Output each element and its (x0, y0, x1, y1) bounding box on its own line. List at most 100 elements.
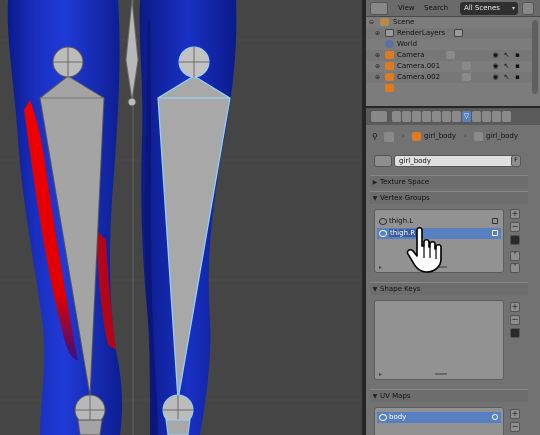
resize-grip[interactable] (435, 373, 447, 375)
tree-row-partial[interactable] (366, 83, 532, 94)
render-camera-icon[interactable]: ▪ (514, 73, 521, 81)
constraints-tab-icon[interactable] (442, 111, 451, 122)
vertex-group-specials-button[interactable] (510, 235, 520, 245)
tree-label: Scene (393, 18, 415, 26)
render-camera-icon[interactable]: ▪ (514, 62, 521, 70)
uv-map-list[interactable]: body (374, 407, 504, 435)
vertex-group-icon (379, 218, 387, 225)
tree-label: Camera.002 (397, 73, 441, 81)
layers-tab-icon[interactable] (402, 111, 411, 122)
world-icon (385, 40, 394, 48)
properties-tab-bar: ▽ (366, 108, 540, 125)
tree-row-camera-002[interactable]: ⊕ Camera.002 ◉ ↖ ▪ (366, 72, 532, 83)
scene-tab-icon[interactable] (412, 111, 421, 122)
physics-tab-icon[interactable] (502, 111, 511, 122)
3d-viewport[interactable] (0, 0, 362, 435)
tree-label: RenderLayers (397, 29, 446, 37)
select-arrow-icon[interactable]: ↖ (503, 62, 510, 70)
expand-icon[interactable]: ⊕ (375, 50, 380, 61)
properties-body: ⚲ › girl_body › girl_body girl_body F ▶ T… (366, 125, 540, 435)
move-up-button[interactable]: ˄ (510, 251, 520, 261)
search-icon[interactable] (522, 2, 534, 15)
collapse-triangle-icon: ▼ (372, 393, 378, 400)
tree-row-camera-001[interactable]: ⊕ Camera.001 ◉ ↖ ▪ (366, 61, 532, 72)
material-tab-icon[interactable] (472, 111, 481, 122)
move-down-button[interactable]: ˅ (510, 263, 520, 273)
render-tab-icon[interactable] (392, 111, 401, 122)
outliner-scrollbar[interactable] (532, 20, 538, 94)
remove-shape-key-button[interactable]: − (510, 315, 520, 325)
tree-label: World (397, 40, 418, 48)
eye-icon[interactable]: ◉ (492, 73, 499, 81)
editor-type-icon[interactable] (370, 110, 388, 123)
panel-title: Texture Space (380, 178, 430, 186)
display-mode-label: All Scenes (464, 4, 500, 12)
shape-key-list[interactable]: ▸ (374, 300, 504, 380)
add-uv-map-button[interactable]: + (510, 409, 520, 419)
eye-icon[interactable]: ◉ (492, 62, 499, 70)
lock-icon[interactable] (492, 218, 498, 224)
mesh-browse-button[interactable] (374, 155, 392, 167)
panel-shape-keys[interactable]: ▼ Shape Keys (370, 282, 528, 295)
panel-uv-maps[interactable]: ▼ UV Maps (370, 389, 528, 402)
eye-icon[interactable]: ◉ (492, 51, 499, 59)
select-arrow-icon[interactable]: ↖ (503, 51, 510, 59)
remove-vertex-group-button[interactable]: − (510, 222, 520, 232)
breadcrumb-separator: › (402, 132, 405, 140)
breadcrumb-object: girl_body (424, 132, 457, 140)
uv-map-name: body (389, 413, 407, 421)
camera-data-icon (462, 73, 471, 81)
camera-object-icon (385, 84, 394, 92)
panel-title: Shape Keys (380, 285, 421, 293)
vertex-group-name: thigh.L (389, 217, 414, 225)
mesh-data-tab-icon[interactable]: ▽ (462, 111, 471, 122)
breadcrumb-mesh: girl_body (486, 132, 519, 140)
modifiers-tab-icon[interactable] (452, 111, 461, 122)
view-menu[interactable]: View (398, 2, 415, 15)
camera-object-icon (385, 73, 394, 81)
camera-data-icon (462, 62, 471, 70)
mesh-icon (474, 132, 483, 141)
panel-title: Vertex Groups (380, 194, 430, 202)
uv-map-icon (379, 414, 387, 421)
panel-texture-space[interactable]: ▶ Texture Space (370, 175, 528, 188)
shape-key-specials-button[interactable] (510, 328, 520, 338)
tree-row-scene[interactable]: ⊖ Scene (366, 17, 532, 28)
editor-type-icon[interactable] (370, 2, 388, 15)
filter-icon[interactable]: ▸ (379, 264, 382, 271)
render-settings-icon (454, 29, 463, 37)
pin-icon[interactable]: ⚲ (372, 131, 378, 142)
remove-uv-map-button[interactable]: − (510, 422, 520, 432)
mesh-name-field[interactable]: girl_body (394, 155, 520, 167)
breadcrumb-separator: › (464, 132, 467, 140)
render-camera-icon[interactable]: ▪ (514, 51, 521, 59)
expand-icon[interactable]: ⊕ (375, 28, 380, 39)
filter-icon[interactable]: ▸ (379, 371, 382, 378)
camera-render-icon[interactable] (492, 414, 498, 420)
tree-row-world[interactable]: World (366, 39, 532, 50)
object-tab-icon[interactable] (432, 111, 441, 122)
collapse-icon[interactable]: ⊖ (369, 17, 374, 28)
particles-tab-icon[interactable] (492, 111, 501, 122)
list-item[interactable]: body (377, 412, 501, 423)
tree-label: Camera.001 (397, 62, 441, 70)
collapse-triangle-icon: ▼ (372, 286, 378, 293)
expand-icon[interactable]: ⊕ (375, 61, 380, 72)
display-mode-dropdown[interactable]: All Scenes ▾ (460, 2, 518, 15)
expand-icon[interactable]: ⊕ (375, 72, 380, 83)
properties-editor: ▽ ⚲ › girl_body › girl_body girl_body F … (366, 108, 540, 435)
panel-vertex-groups[interactable]: ▼ Vertex Groups (370, 191, 528, 204)
texture-tab-icon[interactable] (482, 111, 491, 122)
select-arrow-icon[interactable]: ↖ (503, 73, 510, 81)
tree-row-camera[interactable]: ⊕ Camera ◉ ↖ ▪ (366, 50, 532, 61)
world-tab-icon[interactable] (422, 111, 431, 122)
search-menu[interactable]: Search (424, 2, 448, 15)
viewport-canvas[interactable] (0, 0, 362, 435)
outliner-tree[interactable]: ⊖ Scene ⊕ RenderLayers World ⊕ Camera ◉ … (366, 17, 540, 106)
tree-row-renderlayers[interactable]: ⊕ RenderLayers (366, 28, 532, 39)
add-shape-key-button[interactable]: + (510, 302, 520, 312)
add-vertex-group-button[interactable]: + (510, 209, 520, 219)
outliner-header: View Search All Scenes ▾ (366, 0, 540, 17)
lock-icon[interactable] (492, 230, 498, 236)
fake-user-button[interactable]: F (511, 155, 521, 167)
